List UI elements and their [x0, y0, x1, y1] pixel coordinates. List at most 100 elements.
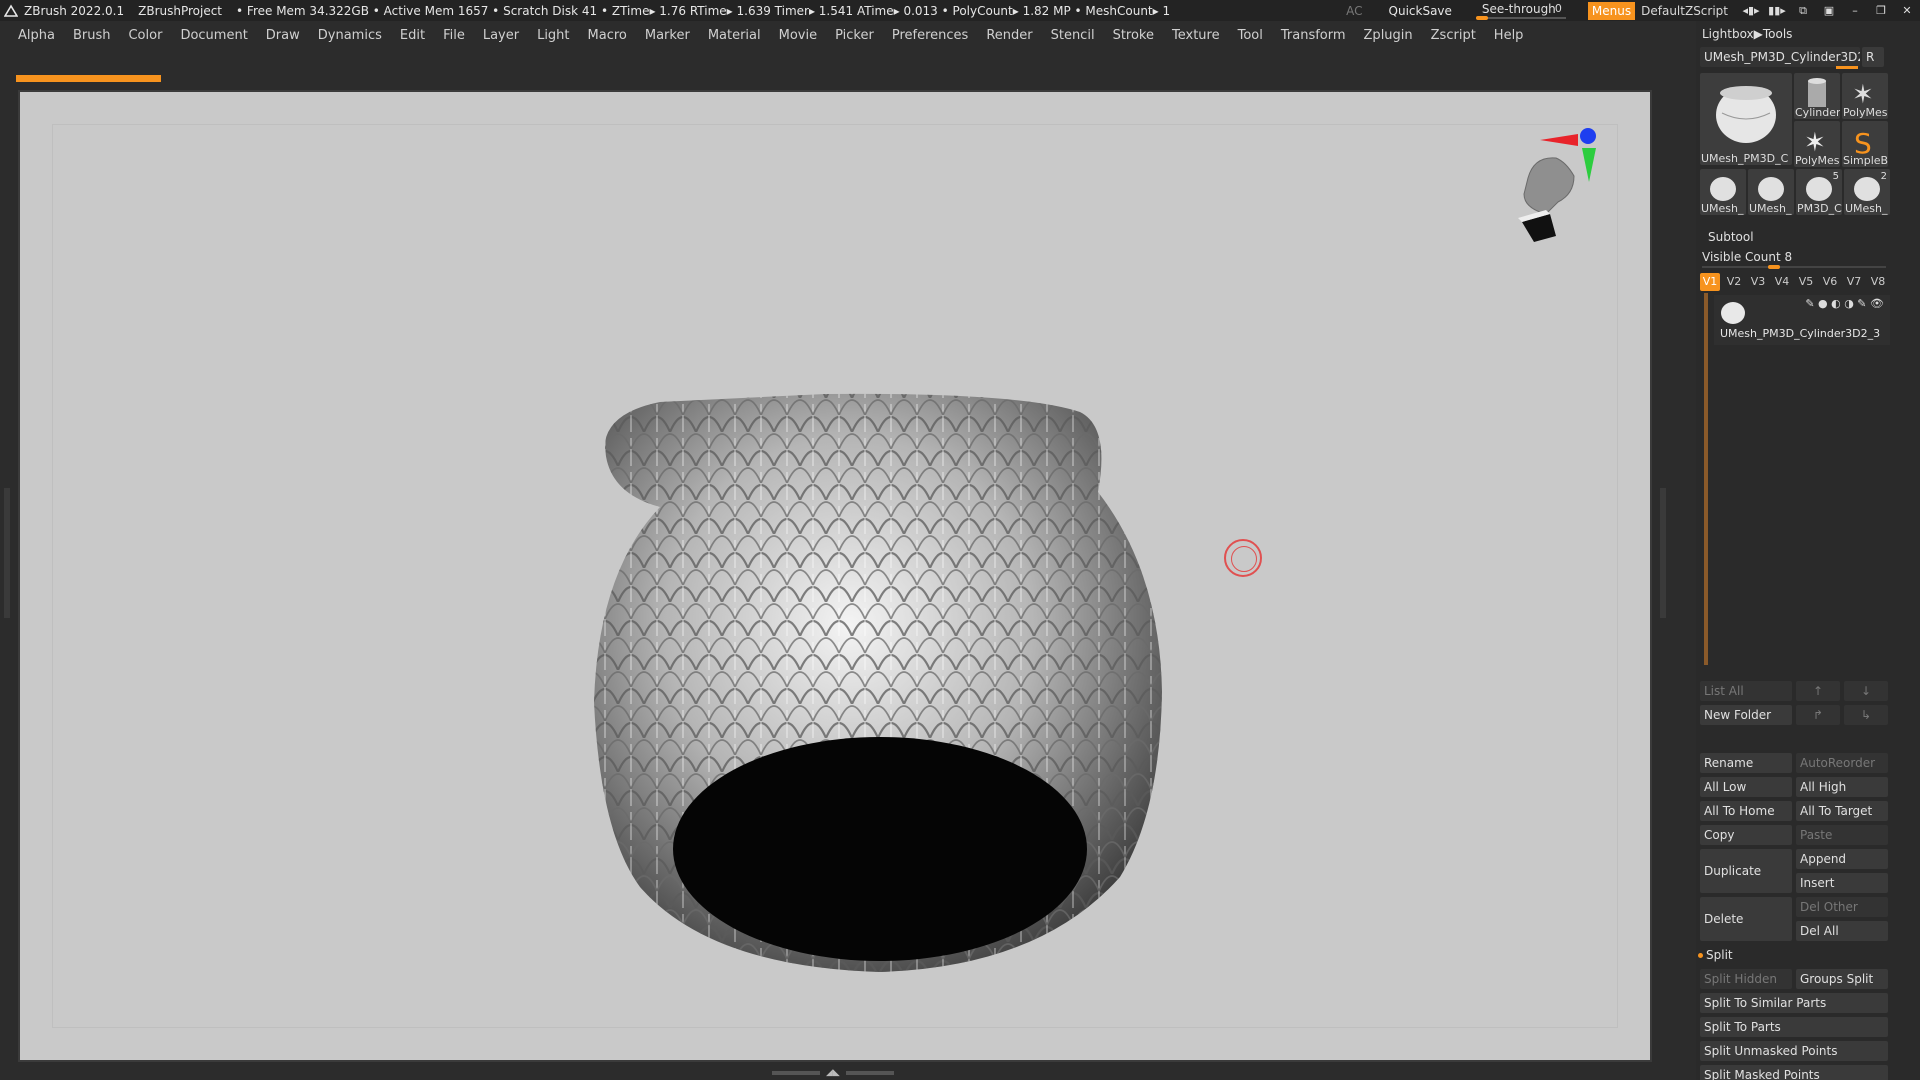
duplicate-button[interactable]: Duplicate [1700, 849, 1792, 893]
minimize-icon[interactable]: – [1842, 4, 1868, 17]
split-unmasked-points-button[interactable]: Split Unmasked Points [1700, 1041, 1888, 1061]
menu-texture[interactable]: Texture [1172, 28, 1220, 43]
restore-icon[interactable]: ❐ [1868, 4, 1894, 17]
lightbox-tools-button[interactable]: Lightbox▶Tools [1702, 27, 1792, 41]
delete-button[interactable]: Delete [1700, 897, 1792, 941]
quicksave-button[interactable]: QuickSave [1389, 4, 1452, 18]
r-button[interactable]: R [1862, 47, 1884, 67]
split-hidden-button[interactable]: Split Hidden [1700, 969, 1792, 989]
menu-light[interactable]: Light [537, 28, 569, 43]
layout-toggle-icon[interactable]: ◂▮▸ [1738, 4, 1764, 17]
tool-thumb-main[interactable]: UMesh_PM3D_C [1700, 73, 1792, 165]
menu-zplugin[interactable]: Zplugin [1364, 28, 1413, 43]
visible-count-knob[interactable] [1767, 265, 1780, 269]
menu-tool[interactable]: Tool [1238, 28, 1263, 43]
insert-button[interactable]: Insert [1796, 873, 1888, 893]
new-folder-button[interactable]: New Folder [1700, 705, 1792, 725]
rename-button[interactable]: Rename [1700, 753, 1792, 773]
menu-movie[interactable]: Movie [779, 28, 817, 43]
menu-layer[interactable]: Layer [483, 28, 519, 43]
menu-file[interactable]: File [443, 28, 465, 43]
tab-v2[interactable]: V2 [1724, 273, 1744, 291]
tool-thumb-pm3d[interactable]: 5 PM3D_C [1796, 169, 1842, 215]
menu-marker[interactable]: Marker [645, 28, 690, 43]
tab-v6[interactable]: V6 [1820, 273, 1840, 291]
menu-document[interactable]: Document [180, 28, 247, 43]
tool-thumb-umesh-1[interactable]: UMesh_ [1700, 169, 1746, 215]
subtool-list-item[interactable]: ✎ ● ◐ ◑ ✎ 👁 UMesh_PM3D_Cylinder3D2_3 [1714, 295, 1890, 345]
x-axis-arrow[interactable] [1540, 134, 1578, 146]
close-icon[interactable]: ✕ [1894, 4, 1920, 17]
append-button[interactable]: Append [1796, 849, 1888, 869]
move-up-icon[interactable]: ↑ [1796, 681, 1840, 701]
navigation-gizmo[interactable] [1500, 122, 1610, 262]
tab-v3[interactable]: V3 [1748, 273, 1768, 291]
menu-stencil[interactable]: Stencil [1051, 28, 1095, 43]
groups-split-button[interactable]: Groups Split [1796, 969, 1888, 989]
menu-brush[interactable]: Brush [73, 28, 111, 43]
menu-stroke[interactable]: Stroke [1113, 28, 1154, 43]
menu-material[interactable]: Material [708, 28, 761, 43]
menu-dynamics[interactable]: Dynamics [318, 28, 382, 43]
tool-thumb-umesh-3[interactable]: 2 UMesh_ [1844, 169, 1890, 215]
subtool-visibility-icons[interactable]: ✎ ● ◐ ◑ ✎ 👁 [1805, 297, 1884, 310]
move-down-icon[interactable]: ↓ [1844, 681, 1888, 701]
split-to-similar-parts-button[interactable]: Split To Similar Parts [1700, 993, 1888, 1013]
tab-v4[interactable]: V4 [1772, 273, 1792, 291]
copy-window-icon[interactable]: ⧉ [1790, 4, 1816, 18]
menu-zscript[interactable]: Zscript [1431, 28, 1476, 43]
tab-v8[interactable]: V8 [1868, 273, 1888, 291]
list-all-button[interactable]: List All [1700, 681, 1792, 701]
document-canvas[interactable] [18, 90, 1652, 1062]
menu-help[interactable]: Help [1494, 28, 1524, 43]
left-tray-handle[interactable] [4, 488, 10, 618]
default-zscript-button[interactable]: DefaultZScript [1641, 4, 1728, 18]
ac-indicator[interactable]: AC [1346, 4, 1362, 18]
menu-color[interactable]: Color [128, 28, 162, 43]
all-high-button[interactable]: All High [1796, 777, 1888, 797]
all-low-button[interactable]: All Low [1700, 777, 1792, 797]
splitter-arrows-icon[interactable]: ◢◣ [826, 1068, 840, 1078]
sculpted-vase-mesh[interactable] [20, 92, 1654, 1064]
tab-v1[interactable]: V1 [1700, 273, 1720, 291]
menu-alpha[interactable]: Alpha [18, 28, 55, 43]
menu-transform[interactable]: Transform [1281, 28, 1346, 43]
bottom-tray-splitter[interactable]: ◢◣ [772, 1068, 900, 1078]
tool-thumb-umesh-2[interactable]: UMesh_ [1748, 169, 1794, 215]
tool-thumb-polymesh-2[interactable]: ✶ PolyMes [1794, 121, 1840, 167]
split-masked-points-button[interactable]: Split Masked Points [1700, 1065, 1888, 1080]
z-axis-ball[interactable] [1580, 128, 1596, 144]
y-axis-arrow[interactable] [1582, 148, 1596, 182]
menu-picker[interactable]: Picker [835, 28, 874, 43]
copy-button[interactable]: Copy [1700, 825, 1792, 845]
panel-toggle-icon[interactable]: ▮▮▸ [1764, 4, 1790, 17]
save-window-icon[interactable]: ▣ [1816, 4, 1842, 17]
paste-button[interactable]: Paste [1796, 825, 1888, 845]
tab-v7[interactable]: V7 [1844, 273, 1864, 291]
tool-thumb-polymesh[interactable]: ✶ PolyMes [1842, 73, 1888, 119]
visible-count-label[interactable]: Visible Count 8 [1702, 250, 1792, 264]
all-to-home-button[interactable]: All To Home [1700, 801, 1792, 821]
move-into-icon[interactable]: ↱ [1796, 705, 1840, 725]
menu-preferences[interactable]: Preferences [892, 28, 968, 43]
menu-edit[interactable]: Edit [400, 28, 425, 43]
current-tool-field[interactable]: UMesh_PM3D_Cylinder3D2 [1700, 47, 1860, 67]
see-through-knob[interactable] [1475, 16, 1488, 20]
menu-macro[interactable]: Macro [588, 28, 627, 43]
right-tray-handle[interactable] [1660, 488, 1666, 618]
tool-thumb-cylinder[interactable]: Cylinder [1794, 73, 1840, 119]
tool-thumb-simplebrush[interactable]: S SimpleB [1842, 121, 1888, 167]
split-to-parts-button[interactable]: Split To Parts [1700, 1017, 1888, 1037]
menus-button[interactable]: Menus [1587, 1, 1636, 20]
move-out-icon[interactable]: ↳ [1844, 705, 1888, 725]
all-to-target-button[interactable]: All To Target [1796, 801, 1888, 821]
menu-render[interactable]: Render [986, 28, 1032, 43]
tab-v5[interactable]: V5 [1796, 273, 1816, 291]
del-all-button[interactable]: Del All [1796, 921, 1888, 941]
menu-draw[interactable]: Draw [266, 28, 300, 43]
split-header[interactable]: Split [1706, 948, 1733, 962]
autoreorder-button[interactable]: AutoReorder [1796, 753, 1888, 773]
del-other-button[interactable]: Del Other [1796, 897, 1888, 917]
subtool-header[interactable]: Subtool [1708, 230, 1754, 244]
subtool-scrollbar[interactable] [1704, 293, 1708, 665]
